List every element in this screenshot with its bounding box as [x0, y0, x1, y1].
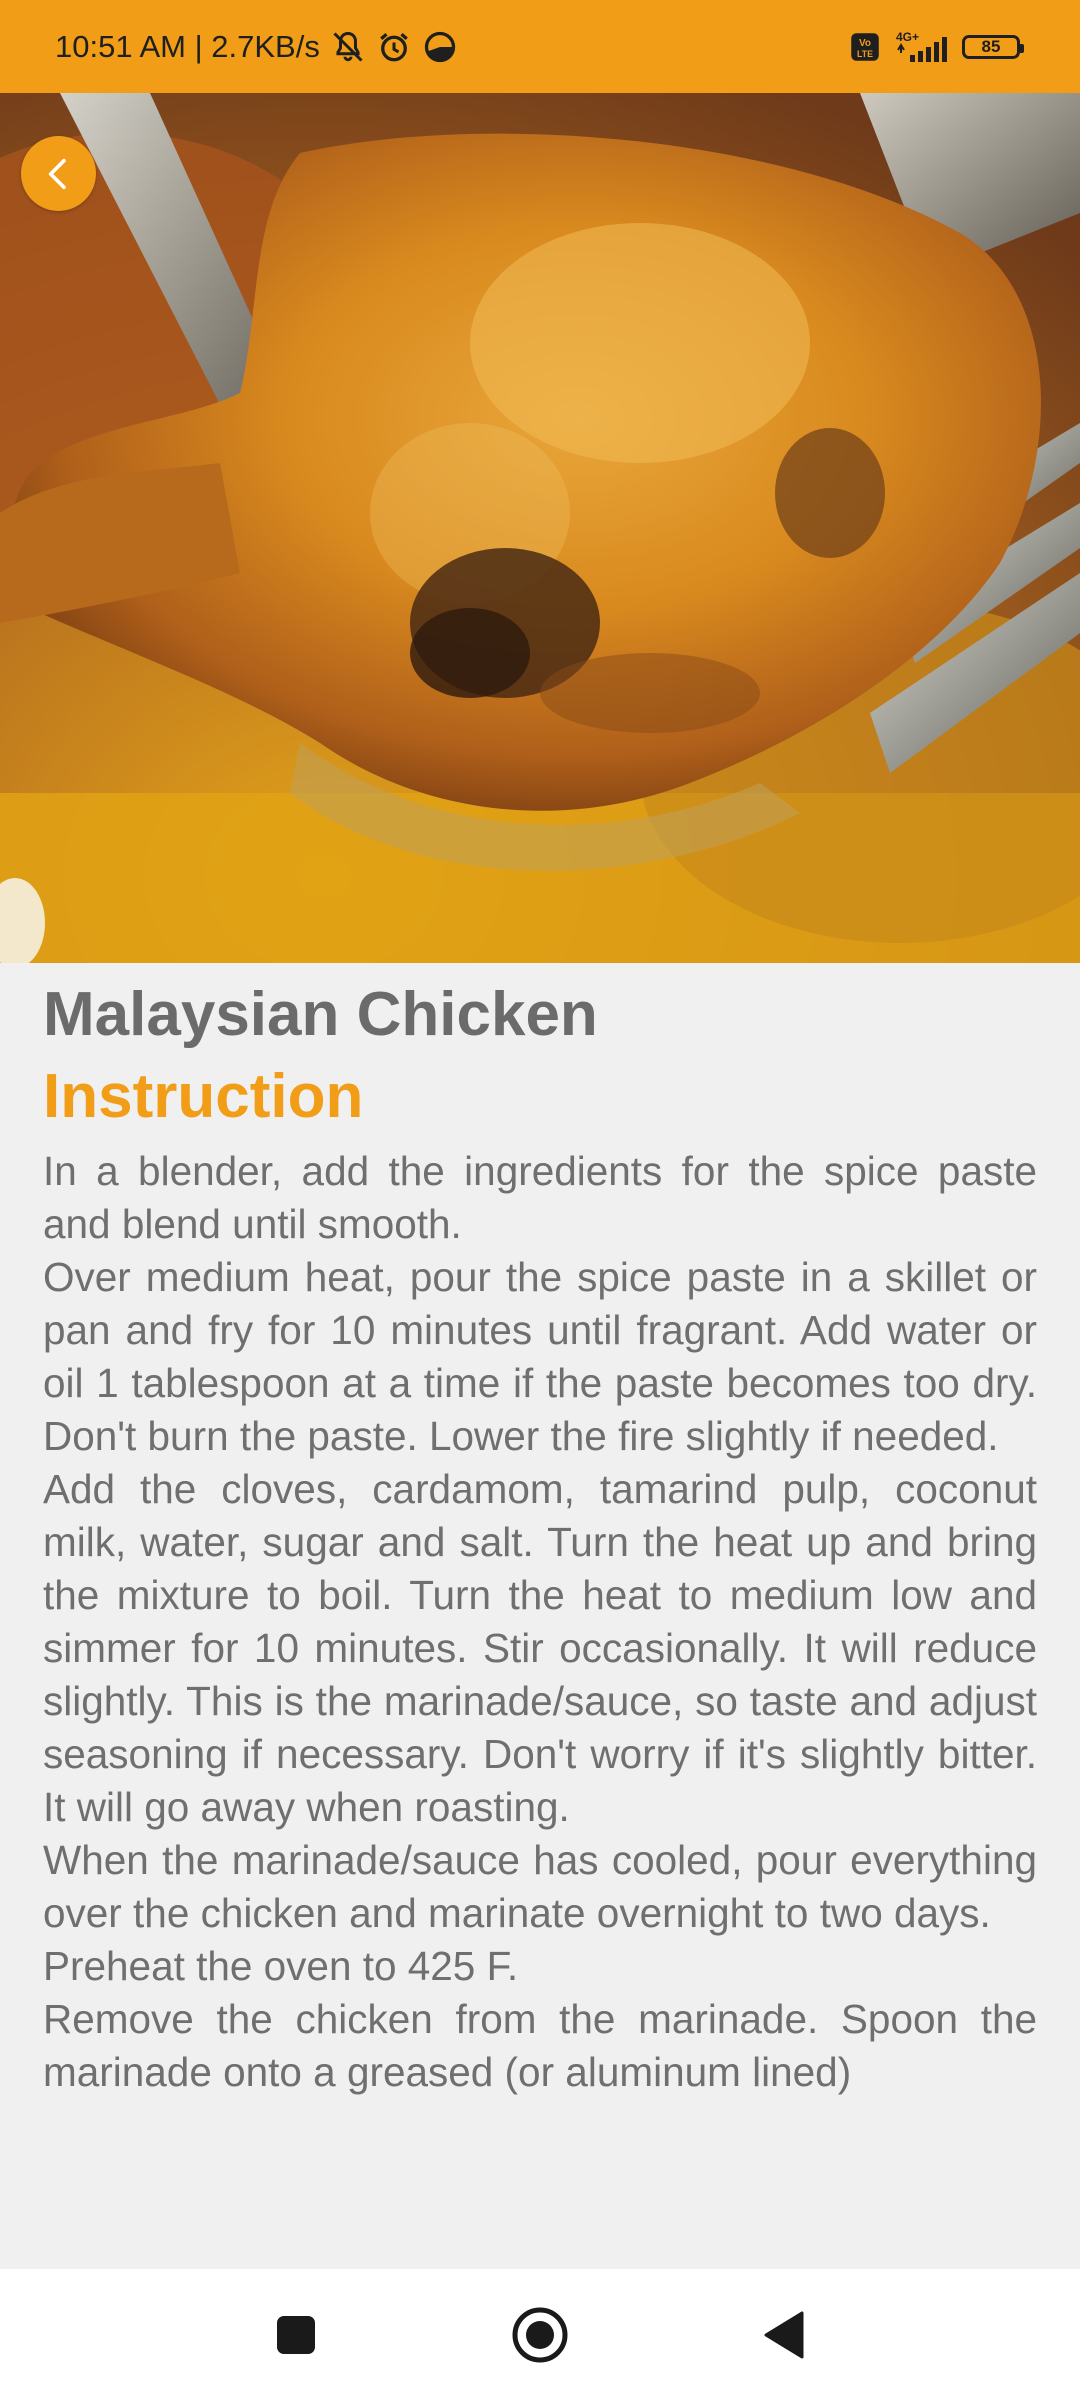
instruction-step: Remove the chicken from the marinade. Sp… — [43, 1996, 1037, 2095]
battery-icon: 85 — [962, 34, 1024, 59]
home-circle-icon — [512, 2307, 568, 2362]
recents-button[interactable] — [236, 2269, 356, 2400]
svg-text:Vo: Vo — [859, 37, 871, 48]
alarm-icon — [376, 29, 412, 65]
nav-back-button[interactable] — [724, 2269, 844, 2400]
data-saver-icon — [422, 29, 458, 65]
volte-icon: Vo LTE — [850, 32, 880, 62]
instruction-heading: Instruction — [43, 1062, 364, 1131]
status-bar: 10:51 AM | 2.7KB/s Vo LTE 4G+ 85 — [0, 0, 1080, 93]
mute-bell-icon — [330, 29, 366, 65]
navigation-bar — [0, 2269, 1080, 2400]
chevron-left-icon — [48, 158, 66, 189]
status-right: Vo LTE 4G+ 85 — [850, 0, 1024, 93]
instruction-step: In a blender, add the ingredients for th… — [43, 1148, 1037, 1247]
back-button[interactable] — [21, 136, 96, 211]
network-type-text: 4G+ — [896, 30, 919, 44]
instructions-text: In a blender, add the ingredients for th… — [43, 1145, 1037, 2099]
recipe-title: Malaysian Chicken — [43, 980, 598, 1049]
instruction-step: Preheat the oven to 425 F. — [43, 1943, 519, 1989]
svg-text:LTE: LTE — [857, 49, 873, 59]
recipe-content: Malaysian Chicken Instruction In a blend… — [43, 965, 1037, 2099]
home-button[interactable] — [480, 2269, 600, 2400]
fried-chicken-photo — [0, 93, 1080, 963]
signal-icon: 4G+ — [892, 30, 950, 64]
status-time-speed: 10:51 AM | 2.7KB/s — [55, 28, 320, 64]
instruction-step: Over medium heat, pour the spice paste i… — [43, 1254, 1037, 1459]
status-left: 10:51 AM | 2.7KB/s — [55, 0, 458, 93]
recipe-hero-image — [0, 93, 1080, 963]
instruction-step: When the marinade/sauce has cooled, pour… — [43, 1837, 1037, 1936]
back-triangle-icon — [764, 2311, 804, 2358]
instruction-step: Add the cloves, cardamom, tamarind pulp,… — [43, 1466, 1037, 1830]
battery-level: 85 — [981, 36, 1001, 56]
recents-square-icon — [277, 2315, 315, 2354]
